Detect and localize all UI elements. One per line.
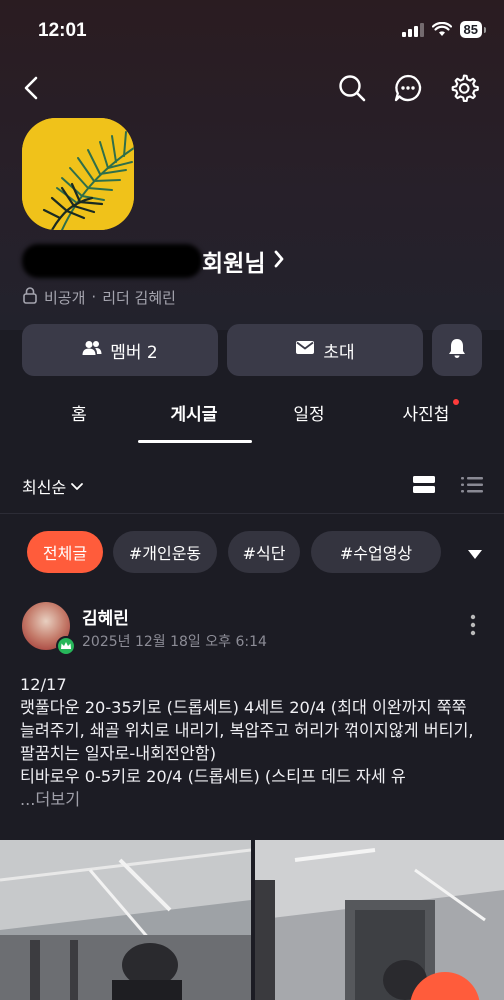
notification-button[interactable] [432, 324, 482, 376]
battery-indicator: 85 [459, 21, 487, 38]
post-author[interactable]: 김혜린 [82, 604, 129, 629]
mail-icon [295, 340, 315, 360]
group-meta: 비공개 · 리더 김혜린 [22, 286, 176, 308]
more-vertical-icon[interactable] [470, 614, 476, 640]
tag-filter-chips: 전체글 #개인운동 #식단 #수업영상 [27, 531, 497, 573]
chevron-down-icon [70, 477, 84, 496]
tab-posts[interactable]: 게시글 [138, 400, 250, 425]
list-view-icon[interactable] [460, 474, 484, 500]
group-title-text: 회원님 [202, 251, 266, 277]
status-icons: 85 [401, 21, 487, 38]
sort-label: 최신순 [22, 478, 67, 497]
tab-album[interactable]: 사진첩 [390, 400, 462, 425]
lock-icon [22, 286, 38, 308]
post-photo[interactable] [0, 840, 251, 1000]
signal-icon [401, 22, 424, 37]
search-icon[interactable] [334, 70, 370, 106]
sort-row: 최신순 [22, 472, 484, 500]
members-icon [82, 340, 102, 361]
post-body[interactable]: 12/17 랫풀다운 20-35키로 (드롭세트) 4세트 20/4 (최대 이… [20, 673, 482, 811]
leader-label: 리더 김혜린 [102, 288, 176, 307]
tab-home[interactable]: 홈 [62, 400, 96, 425]
status-bar: 12:01 85 [0, 0, 504, 62]
chip-class-video[interactable]: #수업영상 [311, 531, 441, 573]
gear-icon[interactable] [446, 70, 482, 106]
active-tab-indicator [138, 440, 252, 443]
chevron-right-icon [273, 249, 285, 273]
nav-bar [0, 70, 504, 110]
redacted-name [22, 244, 202, 278]
back-icon[interactable] [14, 70, 50, 106]
action-buttons: 멤버 2 초대 [22, 324, 482, 376]
chip-all[interactable]: 전체글 [27, 531, 103, 573]
post-photo[interactable] [255, 840, 504, 1000]
caret-down-icon[interactable] [467, 546, 483, 565]
sort-dropdown[interactable]: 최신순 [22, 474, 84, 498]
crown-icon [56, 636, 76, 656]
status-time: 12:01 [38, 20, 87, 41]
card-view-icon[interactable] [412, 474, 436, 500]
members-label: 멤버 2 [110, 342, 158, 363]
new-indicator-dot [453, 399, 459, 405]
section-divider [0, 513, 504, 514]
read-more-link[interactable]: ...더보기 [20, 790, 80, 809]
chat-icon[interactable] [390, 70, 426, 106]
post-date: 2025년 12월 18일 오후 6:14 [82, 634, 267, 650]
invite-button[interactable]: 초대 [227, 324, 423, 376]
group-cover-image[interactable] [22, 118, 134, 230]
members-button[interactable]: 멤버 2 [22, 324, 218, 376]
post-body-text: 12/17 랫풀다운 20-35키로 (드롭세트) 4세트 20/4 (최대 이… [20, 675, 474, 786]
wifi-icon [431, 22, 452, 36]
chip-diet[interactable]: #식단 [228, 531, 300, 573]
meta-separator: · [91, 288, 97, 306]
privacy-label: 비공개 [44, 288, 86, 307]
tab-bar: 홈 게시글 일정 사진첩 [0, 392, 504, 444]
invite-label: 초대 [323, 342, 355, 363]
chip-personal-workout[interactable]: #개인운동 [113, 531, 217, 573]
tab-schedule[interactable]: 일정 [280, 400, 338, 425]
bell-icon [447, 337, 467, 364]
group-title[interactable]: 회원님 [22, 243, 492, 279]
